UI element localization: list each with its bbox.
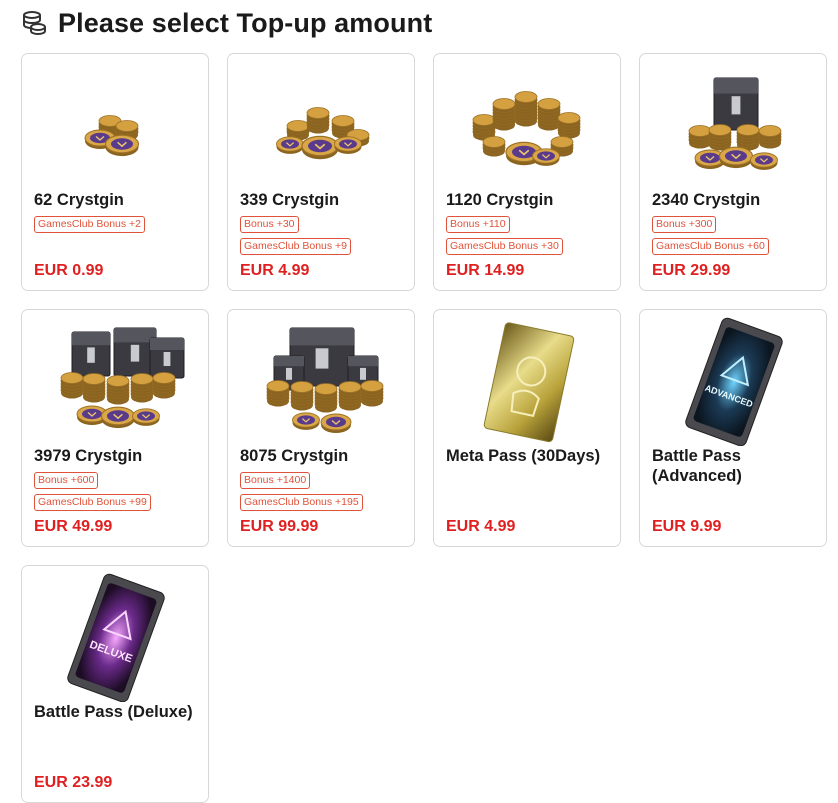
- bonus-badges: Bonus +1400 GamesClub Bonus +195: [240, 472, 363, 511]
- product-price: EUR 49.99: [34, 518, 113, 535]
- product-price: EUR 29.99: [652, 262, 731, 279]
- product-price: EUR 4.99: [446, 518, 516, 535]
- product-image: [434, 60, 622, 190]
- product-name: 62 Crystgin: [34, 191, 124, 209]
- bonus-badges: Bonus +300 GamesClub Bonus +60: [652, 216, 769, 255]
- product-price: EUR 14.99: [446, 262, 525, 279]
- product-image: [228, 60, 416, 190]
- product-image: ADVANCED: [640, 316, 828, 446]
- product-name: 339 Crystgin: [240, 191, 340, 209]
- product-image: [22, 316, 210, 446]
- bonus-badges: Bonus +600 GamesClub Bonus +99: [34, 472, 151, 511]
- bonus-badge: GamesClub Bonus +9: [240, 238, 352, 255]
- product-name: 3979 Crystgin: [34, 447, 143, 465]
- product-price: EUR 99.99: [240, 518, 319, 535]
- coins-stack-icon: [20, 9, 48, 37]
- product-name: Meta Pass (30Days): [446, 447, 601, 465]
- product-card[interactable]: 339 Crystgin Bonus +30 GamesClub Bonus +9 E…: [227, 53, 415, 291]
- bonus-badge: Bonus +1400: [240, 472, 311, 489]
- bonus-badges: GamesClub Bonus +2: [34, 216, 146, 233]
- product-name: 8075 Crystgin: [240, 447, 349, 465]
- product-card[interactable]: DELUXE Battle Pass (Deluxe) EUR 23.99: [21, 565, 209, 803]
- product-card[interactable]: 3979 Crystgin Bonus +600 GamesClub Bonus +…: [21, 309, 209, 547]
- bonus-badge: GamesClub Bonus +60: [652, 238, 769, 255]
- bonus-badge: GamesClub Bonus +30: [446, 238, 563, 255]
- product-price: EUR 9.99: [652, 518, 722, 535]
- product-image: [434, 316, 622, 446]
- product-name: 2340 Crystgin: [652, 191, 761, 209]
- product-name: Battle Pass (Advanced): [652, 447, 742, 485]
- page-title: Please select Top-up amount: [58, 7, 433, 38]
- product-name: Battle Pass (Deluxe): [34, 703, 193, 721]
- bonus-badge: Bonus +110: [446, 216, 510, 233]
- bonus-badge: GamesClub Bonus +2: [34, 216, 146, 233]
- bonus-badge: Bonus +300: [652, 216, 717, 233]
- product-image: [228, 316, 416, 446]
- product-card[interactable]: 62 Crystgin GamesClub Bonus +2 EUR 0.99: [21, 53, 209, 291]
- product-price: EUR 4.99: [240, 262, 310, 279]
- page-header: Please select Top-up amount: [20, 6, 432, 40]
- product-card[interactable]: 1120 Crystgin Bonus +110 GamesClub Bonus +…: [433, 53, 621, 291]
- product-image: [640, 60, 828, 190]
- bonus-badge: GamesClub Bonus +99: [34, 494, 151, 511]
- bonus-badge: Bonus +30: [240, 216, 299, 233]
- bonus-badge: Bonus +600: [34, 472, 99, 489]
- product-card[interactable]: ADVANCED Battle Pass (Advanced) EUR 9.99: [639, 309, 827, 547]
- product-name: 1120 Crystgin: [446, 191, 554, 209]
- product-image: DELUXE: [22, 572, 210, 702]
- product-price: EUR 0.99: [34, 262, 104, 279]
- bonus-badge: GamesClub Bonus +195: [240, 494, 363, 511]
- product-card[interactable]: 2340 Crystgin Bonus +300 GamesClub Bonus +…: [639, 53, 827, 291]
- product-price: EUR 23.99: [34, 774, 113, 791]
- product-image: [22, 60, 210, 190]
- product-card[interactable]: 8075 Crystgin Bonus +1400 GamesClub Bonus …: [227, 309, 415, 547]
- bonus-badges: Bonus +110 GamesClub Bonus +30: [446, 216, 563, 255]
- product-card[interactable]: Meta Pass (30Days) EUR 4.99: [433, 309, 621, 547]
- bonus-badges: Bonus +30 GamesClub Bonus +9: [240, 216, 352, 255]
